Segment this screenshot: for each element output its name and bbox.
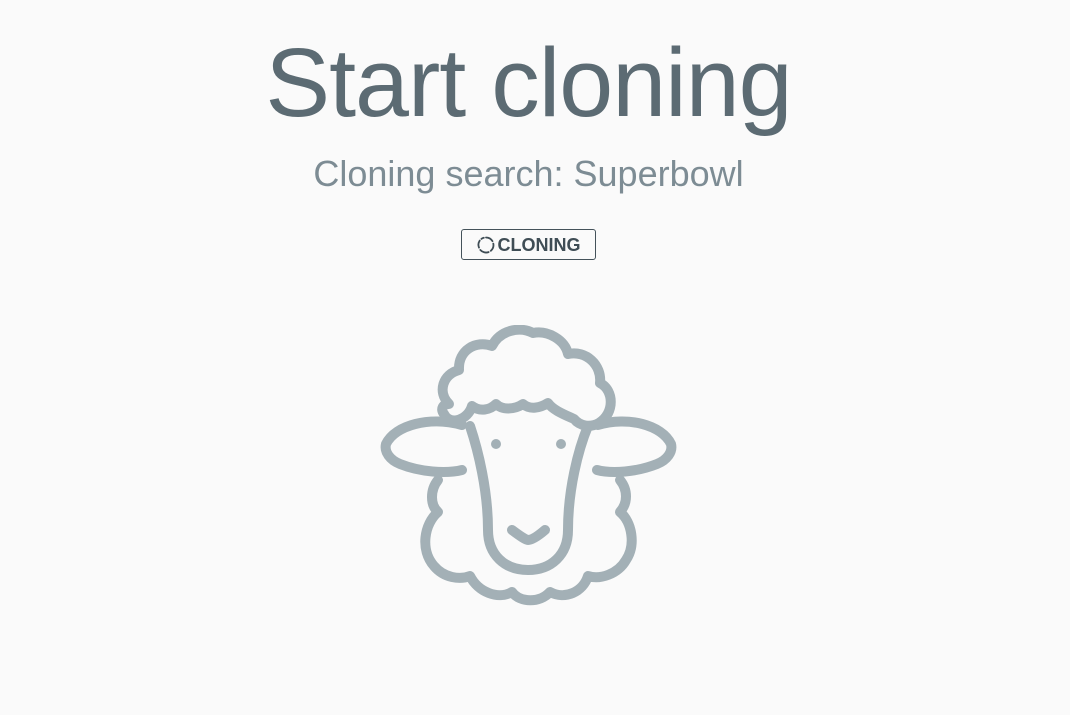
spinner-icon: [477, 236, 495, 254]
sheep-icon: [379, 324, 679, 610]
page-subtitle: Cloning search: Superbowl: [313, 153, 744, 194]
cloning-status-button[interactable]: CLONING: [461, 229, 596, 260]
cloning-status-label: CLONING: [497, 234, 581, 255]
page-title: Start cloning: [265, 28, 792, 137]
clone-page: Start cloning Cloning search: Superbowl …: [0, 0, 1070, 715]
